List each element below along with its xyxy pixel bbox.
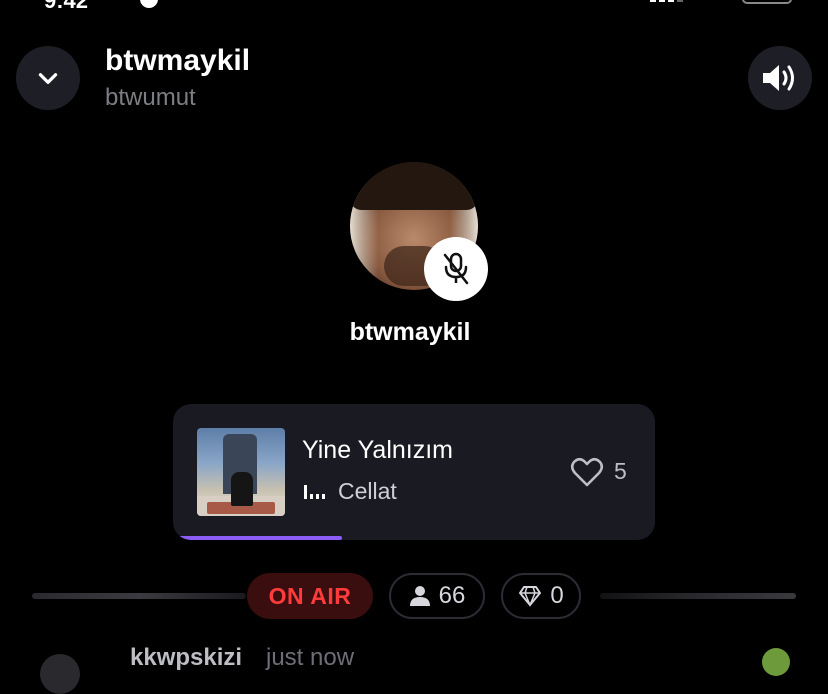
muted-badge <box>424 237 488 301</box>
album-art <box>197 428 285 516</box>
person-icon <box>409 586 430 606</box>
battery-icon <box>742 0 792 4</box>
speaker-volume-icon <box>763 65 794 91</box>
room-host-name[interactable]: btwmaykil <box>105 44 250 78</box>
heart-icon[interactable] <box>569 454 605 490</box>
song-title: Yine Yalnızım <box>302 436 454 464</box>
listener-count-pill[interactable]: 66 <box>389 573 485 619</box>
now-playing-card[interactable]: Yine Yalnızım Cellat 5 <box>173 404 655 540</box>
song-artist-row: Cellat <box>304 478 397 505</box>
speaker-name: btwmaykil <box>349 318 471 346</box>
equalizer-icon <box>304 484 326 499</box>
mic-off-icon <box>443 252 469 285</box>
comment-avatar[interactable] <box>40 654 80 694</box>
diamond-icon <box>519 586 542 607</box>
on-air-badge: ON AIR <box>247 573 373 619</box>
chevron-down-icon <box>38 73 58 84</box>
comment-row: kkwpskizi just now <box>0 644 828 694</box>
listener-count: 66 <box>438 582 466 609</box>
song-progress-fill <box>173 536 342 540</box>
status-bar: 9:42 <box>0 0 828 13</box>
status-time: 9:42 <box>44 0 89 13</box>
volume-button[interactable] <box>748 46 812 110</box>
like-count: 5 <box>614 458 627 484</box>
gems-pill[interactable]: 0 <box>501 573 581 619</box>
room-host-handle[interactable]: btwumut <box>105 84 196 112</box>
reaction-icon <box>762 648 790 676</box>
gem-count: 0 <box>550 582 564 609</box>
comment-time: just now <box>266 644 355 671</box>
status-indicator-icon <box>140 0 158 8</box>
song-progress-bar <box>173 536 655 540</box>
divider <box>32 593 246 599</box>
song-artist: Cellat <box>338 478 397 504</box>
comment-username[interactable]: kkwpskizi <box>130 644 242 672</box>
collapse-button[interactable] <box>16 46 80 110</box>
divider <box>600 593 796 599</box>
signal-icon <box>650 0 683 2</box>
